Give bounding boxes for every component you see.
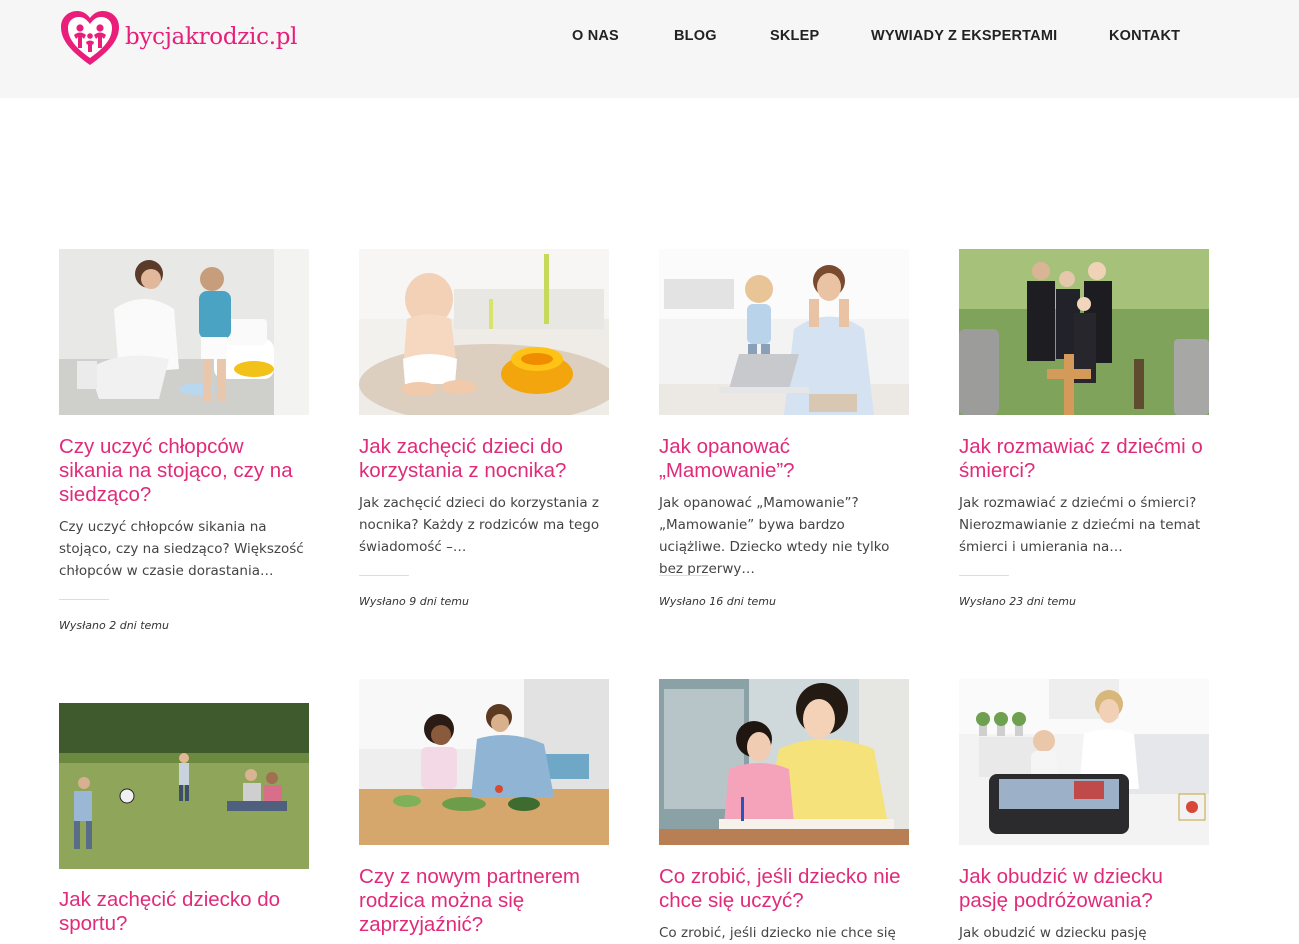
post-title[interactable]: Czy z nowym partnerem rodzica można się … bbox=[359, 865, 609, 937]
site-header: bycjakrodzic.pl O NAS BLOG SKLEP WYWIADY… bbox=[0, 0, 1299, 98]
nav-link-kontakt[interactable]: KONTAKT bbox=[1109, 28, 1180, 44]
post-thumbnail-toilet-training[interactable] bbox=[59, 249, 309, 415]
post-title[interactable]: Jak opanować „Mamowanie”? bbox=[659, 435, 909, 483]
post-excerpt: Jak obudzić w dziecku pasję bbox=[959, 925, 1147, 941]
post-separator bbox=[959, 575, 1009, 576]
post-separator bbox=[659, 575, 709, 576]
post-separator bbox=[359, 575, 409, 576]
post-date: Wysłano 16 dni temu bbox=[659, 595, 776, 608]
post-excerpt: Jak opanować „Mamowanie”? „Mamowanie” by… bbox=[659, 495, 890, 577]
post-thumbnail-potty[interactable] bbox=[359, 249, 609, 415]
post-title[interactable]: Jak zachęcić dzieci do korzystania z noc… bbox=[359, 435, 609, 483]
nav-link-wywiady[interactable]: WYWIADY Z EKSPERTAMI bbox=[871, 28, 1057, 44]
post-thumbnail-new-partner[interactable] bbox=[359, 679, 609, 845]
post-excerpt: Co zrobić, jeśli dziecko nie chce się bbox=[659, 925, 896, 941]
post-title[interactable]: Czy uczyć chłopców sikania na stojąco, c… bbox=[59, 435, 309, 507]
post-thumbnail-studying[interactable] bbox=[659, 679, 909, 845]
post-thumbnail-mamowanie[interactable] bbox=[659, 249, 909, 415]
post-thumbnail-funeral[interactable] bbox=[959, 249, 1209, 415]
post-date: Wysłano 9 dni temu bbox=[359, 595, 469, 608]
nav-link-sklep[interactable]: SKLEP bbox=[770, 28, 819, 44]
nav-link-o-nas[interactable]: O NAS bbox=[572, 28, 619, 44]
main-navigation: O NAS BLOG SKLEP WYWIADY Z EKSPERTAMI KO… bbox=[0, 28, 1299, 48]
post-date: Wysłano 2 dni temu bbox=[59, 619, 169, 632]
post-thumbnail-sport[interactable] bbox=[59, 703, 309, 869]
post-excerpt: Jak rozmawiać z dziećmi o śmierci? Niero… bbox=[959, 495, 1201, 555]
post-date: Wysłano 23 dni temu bbox=[959, 595, 1076, 608]
post-title[interactable]: Jak obudzić w dziecku pasję podróżowania… bbox=[959, 865, 1209, 913]
post-excerpt: Czy uczyć chłopców sikania na stojąco, c… bbox=[59, 519, 304, 579]
post-thumbnail-travel[interactable] bbox=[959, 679, 1209, 845]
post-title[interactable]: Jak rozmawiać z dziećmi o śmierci? bbox=[959, 435, 1209, 483]
post-excerpt: Jak zachęcić dzieci do korzystania z noc… bbox=[359, 495, 600, 555]
post-title[interactable]: Co zrobić, jeśli dziecko nie chce się uc… bbox=[659, 865, 909, 913]
post-title[interactable]: Jak zachęcić dziecko do sportu? bbox=[59, 888, 309, 936]
nav-link-blog[interactable]: BLOG bbox=[674, 28, 717, 44]
post-separator bbox=[59, 599, 109, 600]
